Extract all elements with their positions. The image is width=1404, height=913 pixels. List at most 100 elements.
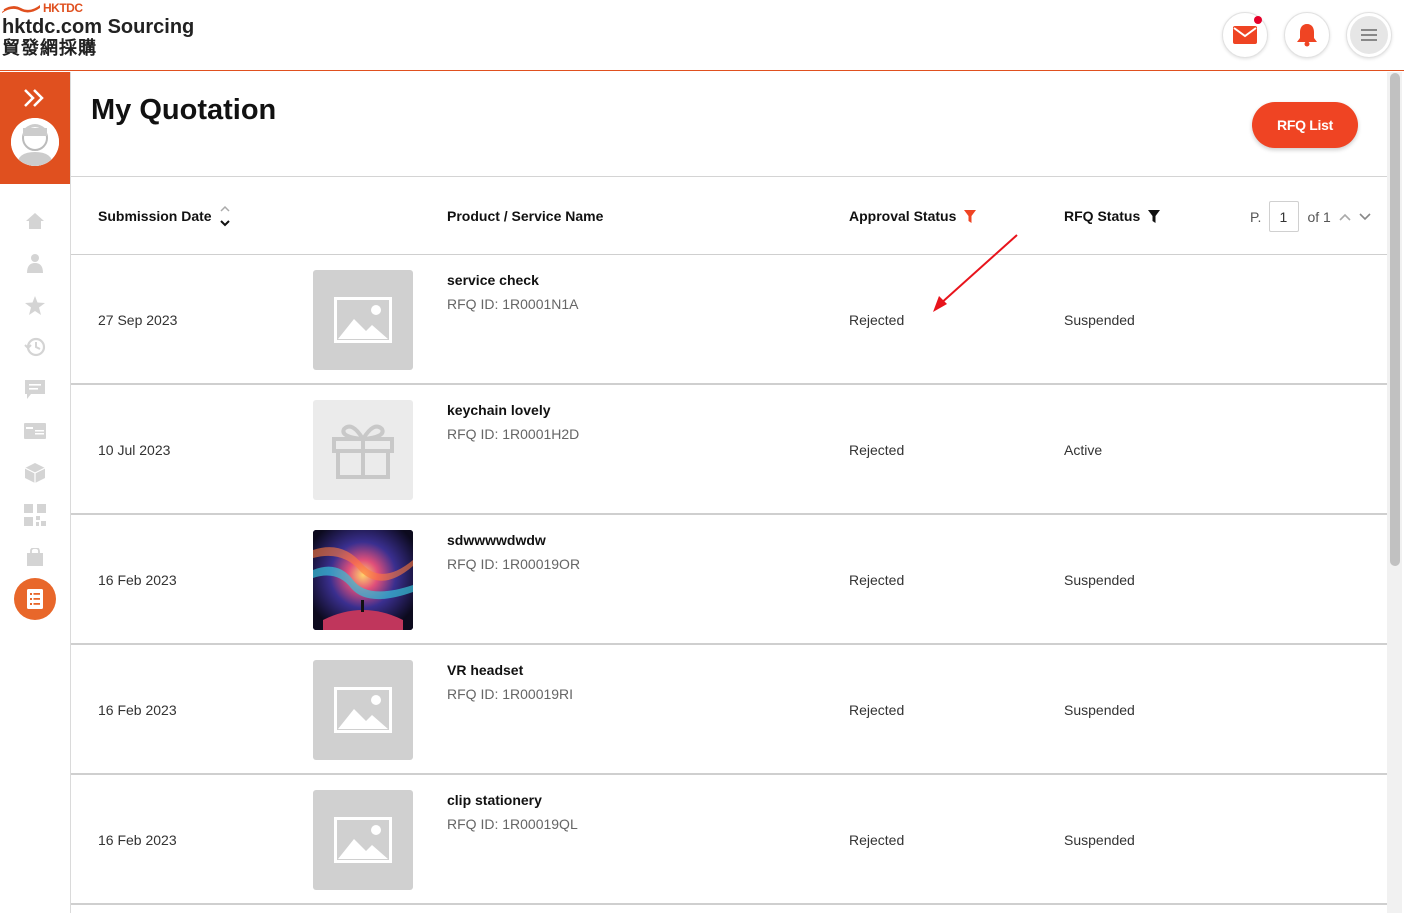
page-title: My Quotation [91, 94, 277, 126]
vertical-scrollbar[interactable] [1387, 72, 1402, 913]
shopping-bag-icon [27, 548, 43, 566]
bell-icon [1297, 24, 1317, 47]
product-thumbnail[interactable] [313, 790, 413, 890]
rfq-status: Active [1064, 442, 1103, 458]
product-photo [313, 530, 413, 630]
approval-status: Rejected [849, 312, 905, 328]
filter-active-icon[interactable] [964, 209, 977, 223]
placeholder-image-icon [334, 687, 392, 733]
filter-icon[interactable] [1148, 209, 1161, 223]
product-thumbnail[interactable] [313, 270, 413, 370]
qr-code-icon [24, 504, 46, 526]
star-icon [25, 295, 45, 315]
package-icon [25, 463, 45, 483]
mail-button[interactable] [1222, 12, 1268, 58]
rfq-status-header-label: RFQ Status [1064, 208, 1141, 224]
user-avatar[interactable] [11, 118, 59, 166]
notifications-button[interactable] [1284, 12, 1330, 58]
rfq-status: Suspended [1064, 312, 1135, 328]
menu-button[interactable] [1346, 12, 1392, 58]
approval-status: Rejected [849, 572, 905, 588]
table-row[interactable]: 16 Feb 2023 VR headset RFQ ID: 1R00019RI… [71, 645, 1387, 775]
mail-notification-dot [1254, 16, 1262, 24]
hamburger-icon [1361, 29, 1377, 41]
avatar-icon [11, 118, 59, 166]
page-prefix: P. [1250, 208, 1262, 225]
logo-title: hktdc.com Sourcing [2, 16, 195, 38]
placeholder-image-icon [334, 817, 392, 863]
hktdc-logo-mark-icon [2, 5, 40, 13]
sidebar-item-home[interactable] [0, 200, 70, 242]
product-name-header-label: Product / Service Name [447, 208, 604, 224]
sidebar-item-qr[interactable] [0, 494, 70, 536]
logo-brand-small: HKTDC [43, 1, 83, 15]
sort-icon [219, 205, 230, 227]
chevron-down-icon[interactable] [1359, 212, 1371, 221]
sidebar-item-orders[interactable] [0, 536, 70, 578]
table-row[interactable]: 27 Sep 2023 service check RFQ ID: 1R0001… [71, 255, 1387, 385]
product-thumbnail[interactable] [313, 660, 413, 760]
product-name[interactable]: keychain lovely [447, 402, 551, 418]
annotation-arrow-icon [933, 234, 1018, 312]
sidebar [0, 72, 71, 913]
submission-date: 16 Feb 2023 [98, 702, 177, 718]
sidebar-item-profile[interactable] [0, 242, 70, 284]
sidebar-item-history[interactable] [0, 326, 70, 368]
rfq-id: RFQ ID: 1R00019RI [447, 686, 574, 702]
gift-icon [332, 424, 394, 479]
logo-chinese-title: 貿發網採購 [2, 38, 97, 58]
product-name[interactable]: service check [447, 272, 539, 288]
product-name[interactable]: sdwwwwdwdw [447, 532, 546, 548]
submission-date: 16 Feb 2023 [98, 832, 177, 848]
card-icon [24, 423, 46, 439]
profile-icon [27, 254, 43, 273]
table-row[interactable]: 16 Feb 2023 clip stationery RFQ ID: 1R00… [71, 775, 1387, 905]
rfq-list-button[interactable]: RFQ List [1252, 102, 1358, 148]
mail-icon [1233, 26, 1257, 44]
submission-date: 16 Feb 2023 [98, 572, 177, 588]
pagination: P. 1 of 1 [1250, 201, 1371, 232]
rfq-id: RFQ ID: 1R00019QL [447, 816, 578, 832]
rfq-id: RFQ ID: 1R0001N1A [447, 296, 579, 312]
submission-date-header: Submission Date [98, 208, 212, 224]
page-number-input[interactable]: 1 [1269, 201, 1300, 232]
approval-status-header-label: Approval Status [849, 208, 957, 224]
rfq-status: Suspended [1064, 572, 1135, 588]
message-icon [25, 379, 45, 399]
top-bar: HKTDC hktdc.com Sourcing 貿發網採購 [0, 0, 1404, 71]
approval-status: Rejected [849, 832, 905, 848]
placeholder-image-icon [334, 297, 392, 343]
hktdc-logo[interactable]: HKTDC hktdc.com Sourcing 貿發網採購 [2, 2, 194, 58]
product-name-header: Product / Service Name [447, 177, 603, 255]
product-name[interactable]: VR headset [447, 662, 523, 678]
approval-status: Rejected [849, 442, 905, 458]
sidebar-item-messages[interactable] [0, 368, 70, 410]
expand-sidebar-icon[interactable] [23, 88, 45, 114]
scrollbar-thumb[interactable] [1390, 73, 1400, 566]
quotation-icon [27, 589, 43, 609]
home-icon [26, 213, 44, 229]
rfq-status: Suspended [1064, 702, 1135, 718]
product-thumbnail[interactable] [313, 400, 413, 500]
product-thumbnail[interactable] [313, 530, 413, 630]
product-name[interactable]: clip stationery [447, 792, 542, 808]
rfq-status-header[interactable]: RFQ Status [1064, 177, 1161, 255]
main-content: My Quotation RFQ List Submission Date Pr… [71, 72, 1387, 913]
sort-submission-date[interactable]: Submission Date [98, 177, 230, 255]
table-row[interactable]: 10 Jul 2023 keychain lovely RFQ ID: 1R00… [71, 385, 1387, 515]
table-row[interactable]: 16 Feb 2023 sdwwwwdwdw RFQ ID: 1R00019OR… [71, 515, 1387, 645]
sidebar-item-favourites[interactable] [0, 284, 70, 326]
approval-status: Rejected [849, 702, 905, 718]
chevron-up-icon[interactable] [1339, 213, 1351, 221]
sidebar-item-products[interactable] [0, 452, 70, 494]
sidebar-item-quotation[interactable] [0, 578, 70, 620]
sidebar-header [0, 72, 70, 184]
page-total: of 1 [1307, 208, 1331, 225]
history-icon [24, 337, 46, 357]
rfq-id: RFQ ID: 1R0001H2D [447, 426, 580, 442]
sidebar-item-cards[interactable] [0, 410, 70, 452]
rfq-status: Suspended [1064, 832, 1135, 848]
submission-date: 27 Sep 2023 [98, 312, 178, 328]
submission-date: 10 Jul 2023 [98, 442, 171, 458]
table-header: Submission Date Product / Service Name A… [71, 176, 1387, 255]
